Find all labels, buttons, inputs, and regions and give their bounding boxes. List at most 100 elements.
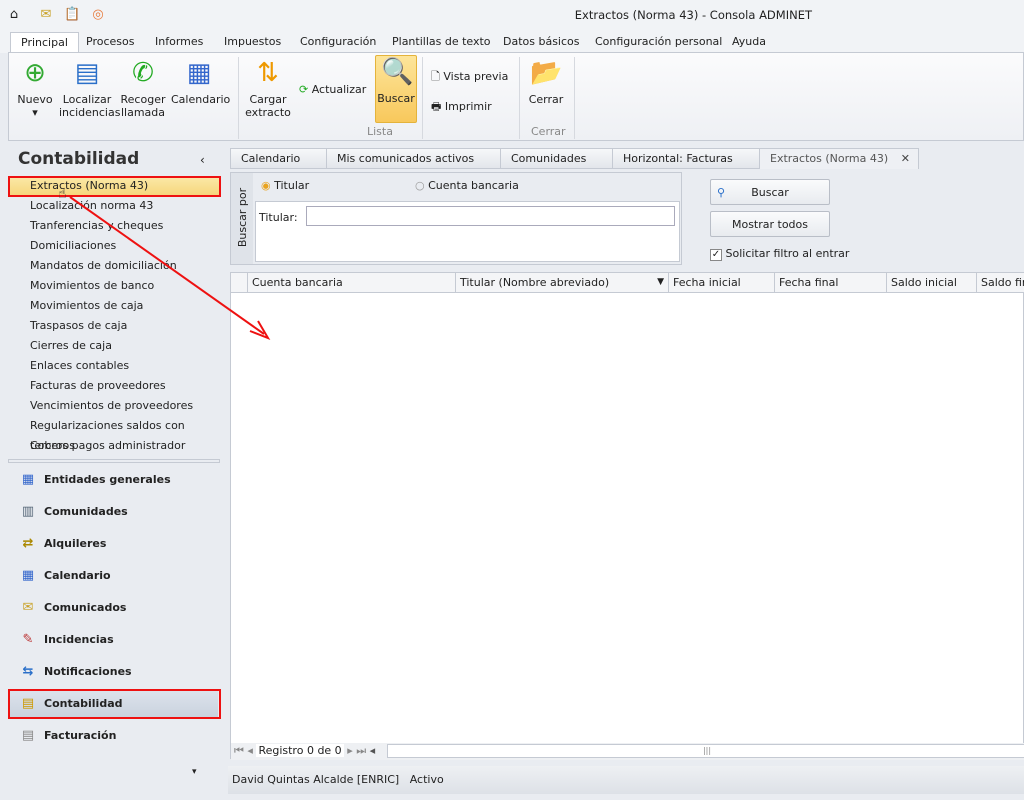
sidebar-item[interactable]: Cierres de caja bbox=[30, 336, 112, 356]
tab-principal[interactable]: Principal bbox=[10, 32, 79, 53]
nav-alquileres[interactable]: ⇄ Alquileres bbox=[10, 530, 218, 558]
sidebar-item[interactable]: Regularizaciones saldos con terceros bbox=[30, 416, 228, 452]
sidebar-item[interactable]: Localización norma 43 bbox=[30, 196, 153, 216]
nav-incidencias[interactable]: ✎ Incidencias bbox=[10, 626, 218, 654]
collapse-icon[interactable]: ‹ bbox=[200, 153, 205, 167]
mostrar-todos-button[interactable]: Mostrar todos bbox=[710, 211, 830, 237]
col-saldo-final[interactable]: Saldo final bbox=[977, 273, 1024, 293]
localizar-incidencias-button[interactable]: ▤ Localizar incidencias bbox=[59, 57, 121, 119]
window-title: Extractos (Norma 43) - Consola ADMINET bbox=[574, 8, 812, 22]
sidebar-item[interactable]: Tranferencias y cheques bbox=[30, 216, 163, 236]
nav-label: Alquileres bbox=[44, 537, 107, 550]
actualizar-button[interactable]: ⟳ Actualizar bbox=[299, 83, 366, 96]
group-lista: Lista bbox=[367, 125, 393, 138]
invoice-icon: ▤ bbox=[21, 728, 35, 743]
results-grid: Cuenta bancaria Titular (Nombre abreviad… bbox=[230, 272, 1024, 760]
nuevo-button[interactable]: ⊕ Nuevo ▾ bbox=[13, 57, 57, 119]
filter-area: Titular: bbox=[255, 201, 680, 262]
prev-record-icon[interactable]: ◂ bbox=[247, 744, 253, 757]
sidebar-item[interactable]: Enlaces contables bbox=[30, 356, 129, 376]
label-line2: llamada bbox=[120, 106, 166, 119]
refresh-icon: ⟳ bbox=[299, 83, 309, 96]
nav-entidades-generales[interactable]: ▦ Entidades generales bbox=[10, 466, 218, 494]
radio-titular[interactable]: ◉ Titular bbox=[261, 179, 309, 192]
nav-notificaciones[interactable]: ⇆ Notificaciones bbox=[10, 658, 218, 686]
recoger-llamada-button[interactable]: ✆ Recoger llamada bbox=[119, 57, 167, 119]
clipboard-icon: ✎ bbox=[22, 632, 34, 647]
nav-calendario[interactable]: ▦ Calendario bbox=[10, 562, 218, 590]
radio-cuenta[interactable]: ○ Cuenta bancaria bbox=[415, 179, 519, 192]
sidebar-item[interactable]: Vencimientos de proveedores bbox=[30, 396, 193, 416]
col-cuenta-bancaria[interactable]: Cuenta bancaria bbox=[248, 273, 456, 293]
label-line1: Recoger bbox=[120, 93, 166, 106]
buscar-label: Buscar bbox=[751, 186, 789, 199]
vista-previa-label: Vista previa bbox=[443, 70, 509, 83]
more-chevron-icon[interactable]: ▾ bbox=[192, 767, 197, 777]
scroll-left-icon[interactable]: ◂ bbox=[370, 744, 376, 757]
label-line1: Localizar bbox=[62, 93, 112, 106]
row-indicator-header bbox=[231, 273, 248, 293]
doc-tab-comunicados[interactable]: Mis comunicados activos bbox=[326, 148, 501, 169]
ribbon-tabs: Principal Procesos Informes Impuestos Co… bbox=[0, 30, 1024, 53]
tab-label: Extractos (Norma 43) bbox=[770, 152, 889, 165]
buscar-button[interactable]: 🔍 Buscar bbox=[375, 55, 417, 123]
nav-label: Comunidades bbox=[44, 505, 128, 518]
last-record-icon[interactable]: ⏭ bbox=[356, 744, 366, 757]
solicitar-filtro-checkbox[interactable]: ✓ Solicitar filtro al entrar bbox=[710, 247, 849, 261]
nav-label: Calendario bbox=[44, 569, 111, 582]
splitter[interactable] bbox=[8, 459, 220, 463]
calendar-icon: ▦ bbox=[186, 58, 212, 88]
close-icon[interactable]: ✕ bbox=[901, 149, 910, 169]
col-label: Titular (Nombre abreviado) bbox=[460, 276, 610, 289]
first-record-icon[interactable]: ⏮ bbox=[234, 744, 244, 757]
nav-comunicados[interactable]: ✉ Comunicados bbox=[10, 594, 218, 622]
cerrar-button[interactable]: 📂 Cerrar bbox=[525, 57, 567, 106]
tab-ayuda[interactable]: Ayuda bbox=[722, 32, 776, 53]
cargar-extracto-button[interactable]: ⇅ Cargar extracto bbox=[243, 57, 293, 119]
buscar-filter-button[interactable]: ⚲ Buscar bbox=[710, 179, 830, 205]
nav-label: Incidencias bbox=[44, 633, 114, 646]
horizontal-scrollbar[interactable]: ||| bbox=[387, 744, 1024, 758]
tab-procesos[interactable]: Procesos bbox=[76, 32, 144, 53]
col-fecha-final[interactable]: Fecha final bbox=[775, 273, 887, 293]
sidebar-item[interactable]: Cobros pagos administrador bbox=[30, 436, 185, 456]
group-cerrar: Cerrar bbox=[531, 125, 566, 138]
actualizar-label: Actualizar bbox=[311, 83, 367, 96]
tab-configuracion-personal[interactable]: Configuración personal bbox=[585, 32, 732, 53]
doc-tab-facturas[interactable]: Horizontal: Facturas bbox=[612, 148, 760, 169]
tab-plantillas[interactable]: Plantillas de texto bbox=[382, 32, 501, 53]
folder-close-icon: 📂 bbox=[530, 58, 563, 88]
label-line2: incidencias bbox=[59, 106, 121, 119]
radio-unchecked-icon: ○ bbox=[415, 179, 425, 192]
next-record-icon[interactable]: ▸ bbox=[347, 744, 353, 757]
col-fecha-inicial[interactable]: Fecha inicial bbox=[669, 273, 775, 293]
calendario-button[interactable]: ▦ Calendario bbox=[171, 57, 230, 106]
vista-previa-button[interactable]: 🗋 Vista previa bbox=[431, 68, 508, 87]
sidebar-item[interactable]: Facturas de proveedores bbox=[30, 376, 166, 396]
nav-label: Notificaciones bbox=[44, 665, 132, 678]
sidebar-item[interactable]: Traspasos de caja bbox=[30, 316, 127, 336]
imprimir-button[interactable]: 🖶 Imprimir bbox=[431, 98, 492, 117]
checkbox-label: Solicitar filtro al entrar bbox=[725, 247, 850, 260]
sidebar-item[interactable]: Movimientos de banco bbox=[30, 276, 154, 296]
tab-datos-basicos[interactable]: Datos básicos bbox=[493, 32, 590, 53]
sidebar-item[interactable]: Movimientos de caja bbox=[30, 296, 143, 316]
sidebar-item[interactable]: Domiciliaciones bbox=[30, 236, 116, 256]
cerrar-label: Cerrar bbox=[528, 93, 564, 106]
nav-comunidades[interactable]: ▥ Comunidades bbox=[10, 498, 218, 526]
tab-impuestos[interactable]: Impuestos bbox=[214, 32, 291, 53]
tab-informes[interactable]: Informes bbox=[145, 32, 213, 53]
printer-icon: 🖶 bbox=[431, 100, 442, 113]
col-saldo-inicial[interactable]: Saldo inicial bbox=[887, 273, 977, 293]
doc-tab-calendario[interactable]: Calendario bbox=[230, 148, 327, 169]
nav-label: Facturación bbox=[44, 729, 117, 742]
doc-tab-comunidades[interactable]: Comunidades bbox=[500, 148, 613, 169]
tab-configuracion[interactable]: Configuración bbox=[290, 32, 386, 53]
doc-tab-extractos[interactable]: Extractos (Norma 43) ✕ bbox=[759, 148, 919, 169]
col-titular[interactable]: Titular (Nombre abreviado) ▼ bbox=[456, 273, 669, 293]
nav-facturación[interactable]: ▤ Facturación bbox=[10, 722, 218, 750]
record-navigator: ⏮ ◂ Registro 0 de 0 ▸ ⏭ ◂ ||| bbox=[231, 743, 1024, 760]
sidebar-item[interactable]: Mandatos de domiciliación bbox=[30, 256, 177, 276]
titular-input[interactable] bbox=[306, 206, 675, 226]
n43-upload-icon: ⇅ bbox=[257, 58, 279, 88]
